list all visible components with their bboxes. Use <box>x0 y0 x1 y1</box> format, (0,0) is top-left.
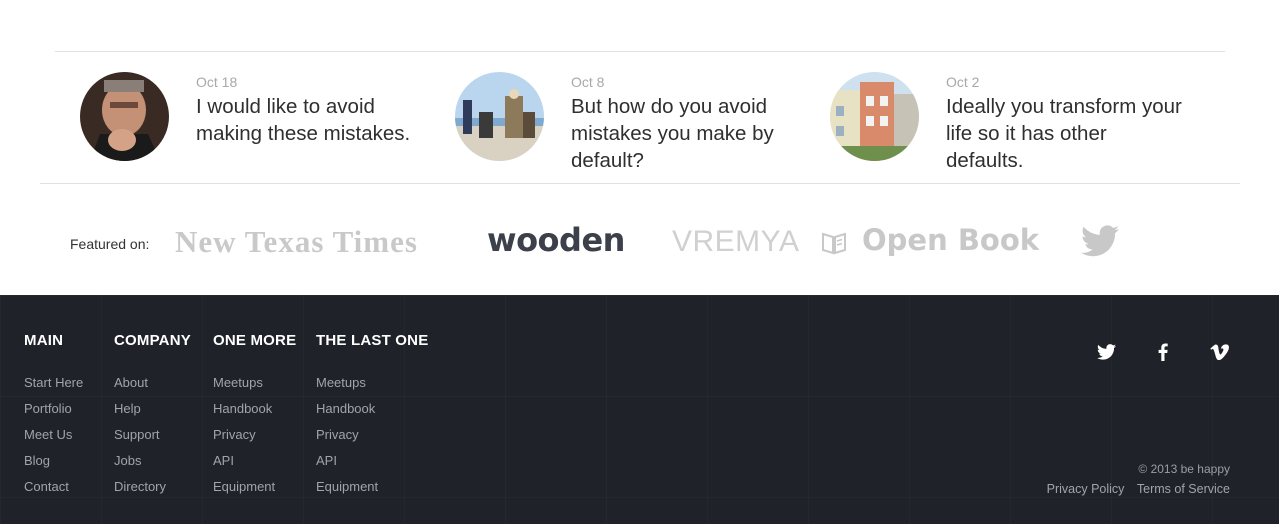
footer-column-main: MAIN Start Here Portfolio Meet Us Blog C… <box>24 332 83 494</box>
post-text[interactable]: I would like to avoid making these mista… <box>196 93 436 147</box>
new-texas-times-logo[interactable]: New Texas Times <box>175 224 418 260</box>
post-card-3[interactable]: Oct 2 Ideally you transform your life so… <box>830 72 1190 177</box>
footer-column-title: MAIN <box>24 332 64 349</box>
post-card-1[interactable]: Oct 18 I would like to avoid making thes… <box>80 72 440 177</box>
post-avatar-1[interactable] <box>80 72 169 161</box>
open-book-icon <box>821 231 847 260</box>
facebook-icon[interactable] <box>1153 342 1173 362</box>
bottom-divider <box>40 183 1240 184</box>
footer-column-title: ONE MORE <box>213 332 297 349</box>
vremya-logo[interactable]: VREMYA <box>672 225 799 259</box>
twitter-bird-icon[interactable] <box>1081 225 1119 262</box>
footer-column-one-more: ONE MORE Meetups Handbook Privacy API Eq… <box>213 332 297 494</box>
footer-column-company: COMPANY About Help Support Jobs Director… <box>114 332 191 494</box>
footer-link[interactable]: Privacy <box>316 427 456 453</box>
footer-column-the-last-one: THE LAST ONE Meetups Handbook Privacy AP… <box>316 332 429 494</box>
vimeo-icon[interactable] <box>1209 342 1229 362</box>
privacy-policy-link[interactable]: Privacy Policy <box>1047 482 1125 496</box>
post-text[interactable]: Ideally you transform your life so it ha… <box>946 93 1186 174</box>
post-card-2[interactable]: Oct 8 But how do you avoid mistakes you … <box>455 72 815 177</box>
footer-column-title: THE LAST ONE <box>316 332 429 349</box>
site-footer: MAIN Start Here Portfolio Meet Us Blog C… <box>0 295 1279 524</box>
post-date: Oct 2 <box>946 74 980 90</box>
post-date: Oct 18 <box>196 74 238 90</box>
post-date: Oct 8 <box>571 74 605 90</box>
footer-link[interactable]: Equipment <box>316 479 456 505</box>
post-text[interactable]: But how do you avoid mistakes you make b… <box>571 93 811 174</box>
footer-link[interactable]: Meetups <box>316 375 456 401</box>
footer-link[interactable]: API <box>316 453 456 479</box>
legal-links: Privacy Policy Terms of Service <box>1038 482 1230 496</box>
twitter-icon[interactable] <box>1096 342 1116 362</box>
copyright-text: © 2013 be happy <box>1138 462 1230 476</box>
top-divider <box>55 51 1225 52</box>
footer-column-title: COMPANY <box>114 332 191 349</box>
terms-of-service-link[interactable]: Terms of Service <box>1137 482 1230 496</box>
footer-link[interactable]: Handbook <box>316 401 456 427</box>
featured-label: Featured on: <box>70 236 150 252</box>
wooden-logo[interactable]: wooden <box>487 221 625 259</box>
open-book-logo[interactable]: Open Book <box>862 223 1039 257</box>
post-avatar-2[interactable] <box>455 72 544 161</box>
post-avatar-3[interactable] <box>830 72 919 161</box>
